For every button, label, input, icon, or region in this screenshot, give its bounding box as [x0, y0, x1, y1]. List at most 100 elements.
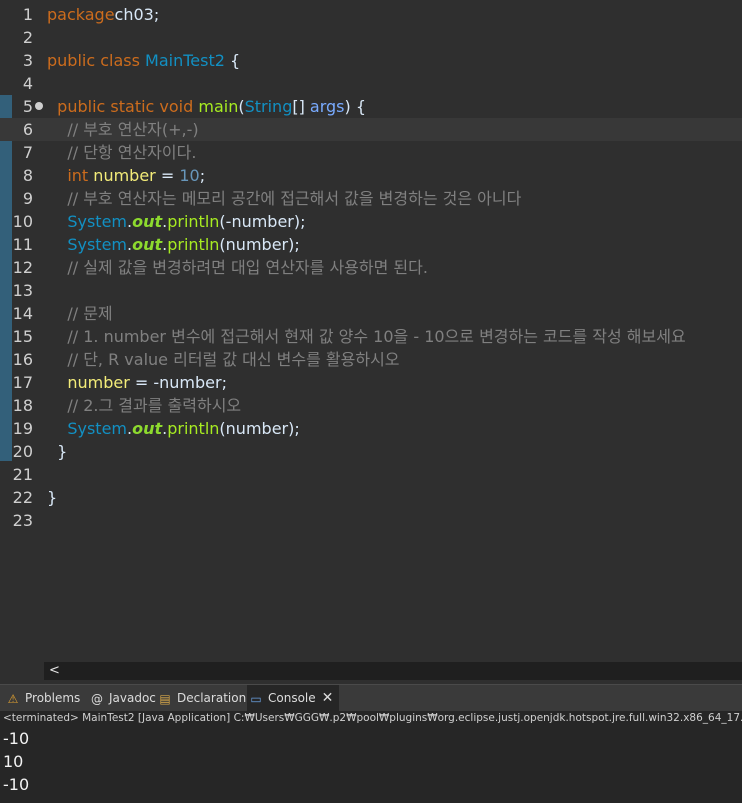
code-line[interactable]: 21: [0, 463, 742, 486]
code-line[interactable]: 19 System.out.println(number);: [0, 417, 742, 440]
code-token: System: [67, 212, 128, 231]
code-text: int number = 10;: [47, 164, 205, 187]
line-number: 14: [12, 304, 33, 323]
code-line[interactable]: 8 int number = 10;: [0, 164, 742, 187]
code-token: // 부호 연산자(+,-): [67, 120, 199, 139]
line-number: 4: [22, 74, 33, 93]
horizontal-scrollbar[interactable]: <: [44, 662, 742, 680]
console-output: -10 10 -10: [0, 725, 742, 803]
code-line[interactable]: 23: [0, 509, 742, 532]
code-line[interactable]: 17 number = -number;: [0, 371, 742, 394]
code-line[interactable]: 12 // 실제 값을 변경하려면 대입 연산자를 사용하면 된다.: [0, 256, 742, 279]
code-token: System: [67, 419, 128, 438]
code-token: int: [67, 166, 94, 185]
tab-label: Problems: [25, 691, 81, 705]
code-line[interactable]: 13: [0, 279, 742, 302]
code-token: }: [47, 442, 68, 461]
line-number: 16: [12, 350, 33, 369]
code-token: []: [292, 97, 310, 116]
code-text: // 부호 연산자는 메모리 공간에 접근해서 값을 변경하는 것은 아니다: [47, 187, 521, 210]
close-icon[interactable]: ✕: [322, 690, 334, 706]
tab-declaration[interactable]: ▤ Declaration: [156, 685, 252, 711]
console-status: <terminated> MainTest2 [Java Application…: [0, 711, 742, 725]
line-number: 13: [12, 281, 33, 300]
line-number: 19: [12, 419, 33, 438]
code-line[interactable]: 20 }: [0, 440, 742, 463]
code-token: out: [132, 419, 163, 438]
code-text: // 1. number 변수에 접근해서 현재 값 양수 10을 - 10으로…: [47, 325, 686, 348]
line-number: 9: [22, 189, 33, 208]
code-line[interactable]: 5 public static void main(String[] args)…: [0, 95, 742, 118]
tab-console[interactable]: ▭ Console ✕: [247, 685, 340, 713]
code-line[interactable]: 1 packagech03;: [0, 3, 742, 26]
code-token: // 1. number 변수에 접근해서 현재 값 양수 10을 - 10으로…: [67, 327, 686, 346]
line-number: 8: [22, 166, 33, 185]
code-token: ) {: [344, 97, 367, 116]
code-line[interactable]: 4: [0, 72, 742, 95]
code-token: =: [155, 166, 180, 185]
line-number: 11: [12, 235, 33, 254]
code-token: {: [224, 51, 241, 70]
code-token: ;: [199, 166, 206, 185]
line-number: 12: [12, 258, 33, 277]
code-line[interactable]: 3 public class MainTest2 {: [0, 49, 742, 72]
code-token: out: [132, 212, 163, 231]
code-token: public static void: [57, 97, 199, 116]
tab-problems[interactable]: ⚠ Problems: [4, 685, 86, 711]
code-text: // 2.그 결과를 출력하시오: [47, 394, 241, 417]
code-token: out: [132, 235, 163, 254]
code-line[interactable]: 22}: [0, 486, 742, 509]
code-token: (number);: [219, 235, 300, 254]
code-token: package: [47, 5, 115, 24]
code-text: number = -number;: [47, 371, 227, 394]
code-line[interactable]: 2: [0, 26, 742, 49]
code-token: System: [67, 235, 128, 254]
code-line[interactable]: 10 System.out.println(-number);: [0, 210, 742, 233]
scroll-left-icon[interactable]: <: [49, 662, 60, 680]
code-line[interactable]: 18 // 2.그 결과를 출력하시오: [0, 394, 742, 417]
fold-marker-icon[interactable]: [35, 102, 43, 110]
code-text: public static void main(String[] args) {: [47, 95, 366, 118]
console-output-line: 10: [3, 752, 24, 771]
code-text: // 실제 값을 변경하려면 대입 연산자를 사용하면 된다.: [47, 256, 428, 279]
line-number: 18: [12, 396, 33, 415]
code-text: // 문제: [47, 302, 113, 325]
code-token: MainTest2: [145, 51, 225, 70]
code-token: // 실제 값을 변경하려면 대입 연산자를 사용하면 된다.: [67, 258, 428, 277]
code-text: System.out.println(number);: [47, 417, 299, 440]
code-line[interactable]: 14 // 문제: [0, 302, 742, 325]
code-text: packagech03;: [47, 3, 159, 26]
code-token: ch03;: [114, 5, 160, 24]
code-token: // 문제: [67, 304, 113, 323]
code-text: }: [47, 486, 57, 509]
code-token: // 단항 연산자이다.: [67, 143, 197, 162]
code-line[interactable]: 11 System.out.println(number);: [0, 233, 742, 256]
line-number: 22: [12, 488, 33, 507]
line-number: 3: [22, 51, 33, 70]
code-text: // 부호 연산자(+,-): [47, 118, 199, 141]
line-number: 20: [12, 442, 33, 461]
code-token: public class: [47, 51, 146, 70]
code-token: println: [167, 212, 220, 231]
code-line[interactable]: 15 // 1. number 변수에 접근해서 현재 값 양수 10을 - 1…: [0, 325, 742, 348]
code-line[interactable]: 9 // 부호 연산자는 메모리 공간에 접근해서 값을 변경하는 것은 아니다: [0, 187, 742, 210]
line-number: 6: [22, 120, 33, 139]
code-line[interactable]: 7 // 단항 연산자이다.: [0, 141, 742, 164]
code-token: = -number;: [129, 373, 227, 392]
code-token: // 단, R value 리터럴 값 대신 변수를 활용하시오: [67, 350, 400, 369]
code-line[interactable]: 16 // 단, R value 리터럴 값 대신 변수를 활용하시오: [0, 348, 742, 371]
code-editor[interactable]: 1 packagech03; 2 3 public class MainTest2 {4…: [0, 0, 742, 662]
line-number: 7: [22, 143, 33, 162]
line-number: 2: [22, 28, 33, 47]
code-token: println: [167, 235, 220, 254]
code-line[interactable]: 6 // 부호 연산자(+,-): [0, 118, 742, 141]
javadoc-icon: @: [91, 691, 103, 706]
tab-javadoc[interactable]: @ Javadoc: [88, 685, 162, 711]
